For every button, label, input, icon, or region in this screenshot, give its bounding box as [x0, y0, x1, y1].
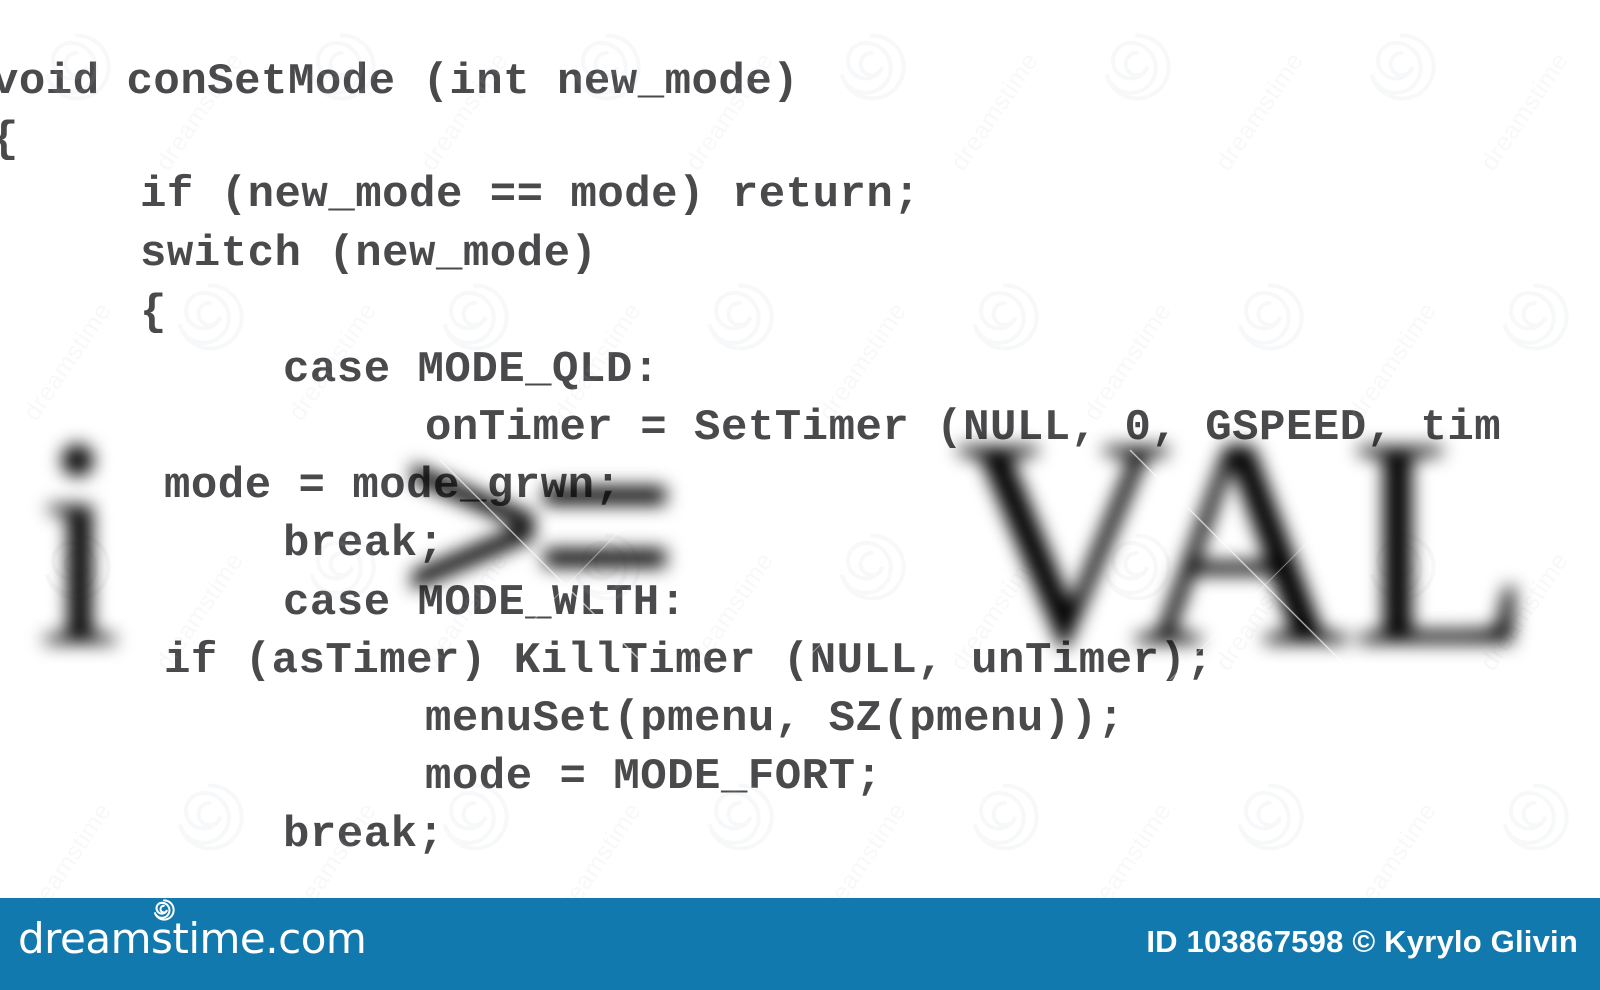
stock-photo-canvas: void conSetMode (int new_mode) { if (new… [0, 0, 1600, 990]
dreamstime-logo[interactable]: dreamstime.com [18, 899, 367, 963]
code-line: break; [283, 519, 445, 569]
code-line: break; [283, 810, 445, 860]
code-line: mode = mode_grwn; [164, 461, 622, 511]
code-line: { [140, 288, 167, 338]
code-line: void conSetMode (int new_mode) [0, 57, 800, 107]
code-line: mode = MODE_FORT; [425, 752, 883, 802]
code-line: menuSet(pmenu, SZ(pmenu)); [425, 694, 1125, 744]
code-line: if (asTimer) KillTimer (NULL, unTimer); [164, 636, 1214, 686]
code-line: if (new_mode == mode) return; [140, 170, 921, 220]
image-credit: ID 103867598 © Kyrylo Glivin [1146, 924, 1578, 959]
code-line: onTimer = SetTimer (NULL, 0, GSPEED, tim [425, 403, 1502, 453]
source-code-photo: void conSetMode (int new_mode) { if (new… [0, 0, 1600, 898]
dreamstime-footer-bar: dreamstime.com ID 103867598 © Kyrylo Gli… [0, 898, 1600, 990]
code-line: case MODE_WLTH: [283, 578, 687, 628]
dreamstime-wordmark: dreamstime.com [18, 914, 367, 963]
code-line: switch (new_mode) [140, 229, 598, 279]
code-line: case MODE_QLD: [283, 345, 660, 395]
code-line: { [0, 118, 19, 162]
spiral-logo-icon [153, 899, 175, 921]
